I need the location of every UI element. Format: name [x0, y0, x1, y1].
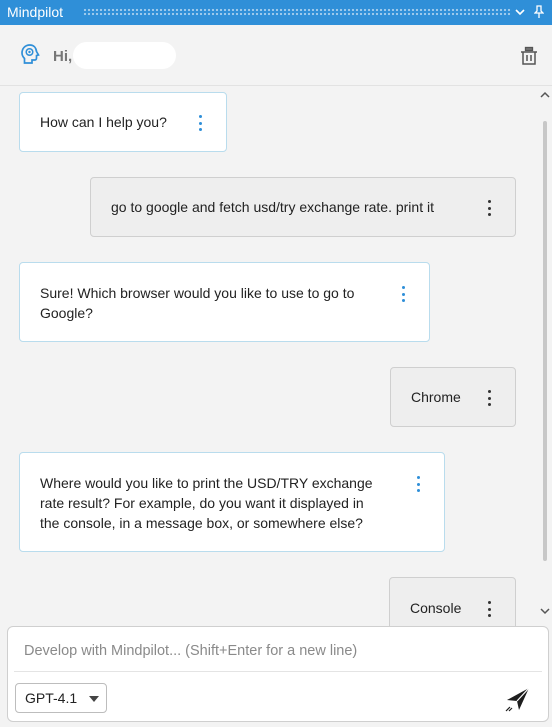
scrollbar-thumb[interactable] [543, 121, 547, 561]
chevron-up-icon[interactable] [540, 90, 550, 100]
message-text-line: Google? [40, 305, 93, 321]
assistant-message: How can I help you? [19, 92, 227, 152]
more-vertical-icon[interactable] [484, 390, 494, 406]
message-text: Chrome [411, 389, 461, 405]
more-vertical-icon[interactable] [413, 476, 423, 492]
more-vertical-icon[interactable] [398, 286, 408, 302]
chat-scrollbar[interactable] [538, 86, 552, 626]
brain-head-icon [21, 44, 40, 64]
more-vertical-icon[interactable] [195, 115, 205, 131]
send-icon[interactable] [504, 685, 532, 713]
pin-icon[interactable] [531, 3, 547, 21]
message-text-line: the console, in a message box, or somewh… [40, 515, 363, 531]
user-message: go to google and fetch usd/try exchange … [90, 177, 516, 237]
user-message: Chrome [390, 367, 516, 427]
message-text: go to google and fetch usd/try exchange … [111, 199, 434, 215]
caret-down-icon [89, 696, 99, 702]
chat-messages[interactable]: How can I help you? go to google and fet… [0, 86, 538, 626]
greeting-text: Hi, [53, 48, 73, 65]
message-text-line: Sure! Which browser would you like to us… [40, 285, 355, 301]
chevron-down-icon[interactable] [540, 606, 550, 616]
user-name-redacted [73, 42, 176, 69]
message-text-line: Where would you like to print the USD/TR… [40, 475, 373, 491]
composer-divider [14, 671, 542, 672]
trash-icon[interactable] [518, 45, 540, 67]
message-input[interactable]: Develop with Mindpilot... (Shift+Enter f… [24, 643, 357, 659]
title-bar: Mindpilot [0, 0, 552, 25]
model-select-value: GPT-4.1 [25, 690, 78, 706]
dropdown-chevron-icon[interactable] [512, 3, 528, 21]
assistant-message: Sure! Which browser would you like to us… [19, 262, 430, 342]
title-bar-grip[interactable] [83, 8, 512, 16]
model-select[interactable]: GPT-4.1 [15, 683, 107, 713]
more-vertical-icon[interactable] [484, 601, 494, 617]
message-text: How can I help you? [40, 114, 167, 130]
message-composer: Develop with Mindpilot... (Shift+Enter f… [7, 626, 549, 722]
more-vertical-icon[interactable] [484, 200, 494, 216]
window-title: Mindpilot [7, 4, 64, 20]
chat-header: Hi, [0, 25, 552, 86]
user-message: Console [389, 577, 516, 626]
assistant-message: Where would you like to print the USD/TR… [19, 452, 445, 552]
message-text-line: rate result? For example, do you want it… [40, 495, 364, 511]
message-text: Console [410, 600, 462, 616]
